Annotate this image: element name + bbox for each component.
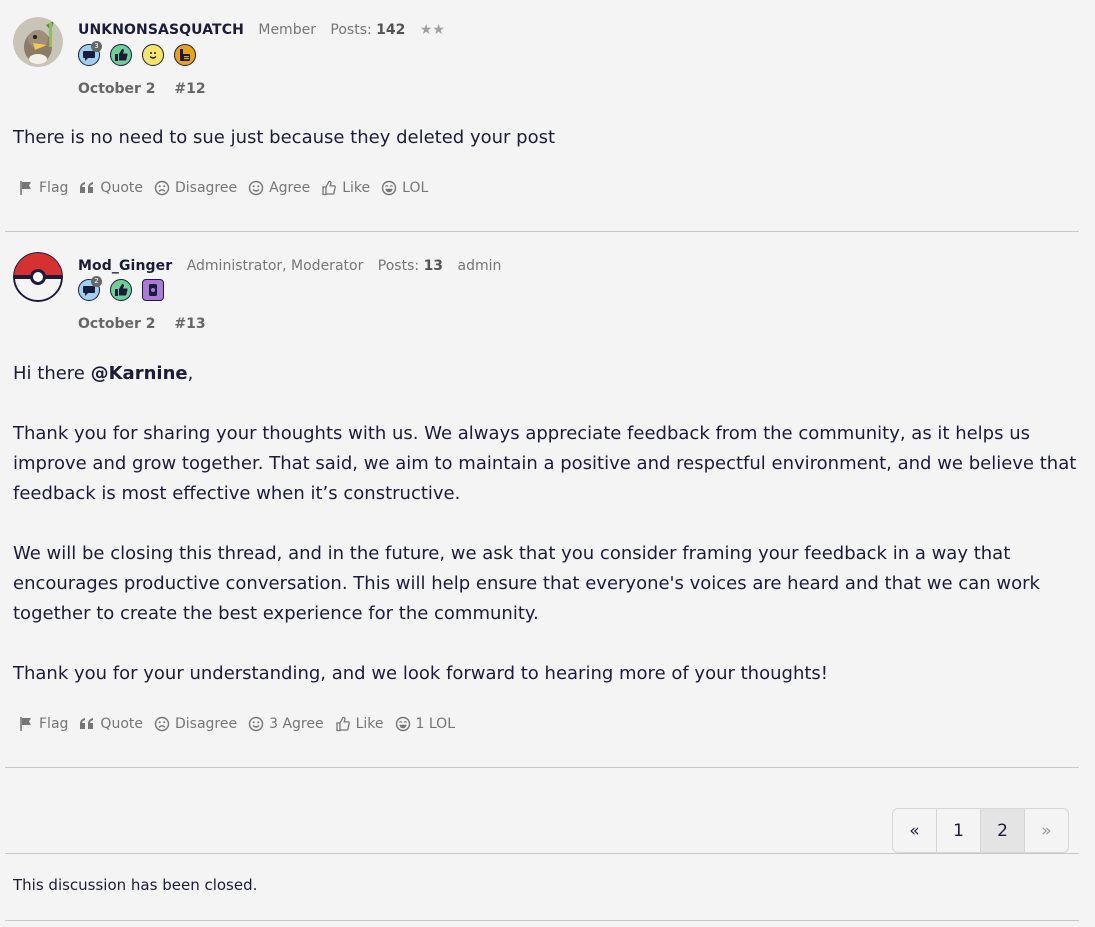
lol-button[interactable]: LOL [381, 180, 428, 196]
previous-page-button[interactable]: « [893, 809, 936, 852]
greeting-prefix: Hi there [13, 363, 91, 384]
flag-button[interactable]: Flag [18, 716, 68, 732]
comment-post: Mod_Ginger Administrator, Moderator Post… [0, 232, 1095, 767]
quote-icon [80, 718, 94, 729]
post-number[interactable]: #13 [174, 316, 205, 332]
post-paragraph: Thank you for sharing your thoughts with… [13, 423, 1077, 504]
smiley-badge-icon[interactable] [142, 44, 164, 66]
user-mention-link[interactable]: @Karnine [91, 363, 188, 384]
post-meta: October 2 #12 [78, 81, 206, 97]
phone-badge-icon[interactable] [142, 279, 164, 301]
avatar[interactable] [13, 252, 63, 302]
post-count-label: Posts: [377, 258, 420, 274]
post-count: 142 [376, 22, 406, 38]
quote-label: Quote [100, 180, 143, 196]
like-label: Like [342, 180, 371, 196]
author-role: Member [258, 22, 316, 38]
section-divider [5, 920, 1079, 921]
post-body: Hi there @Karnine, Thank you for sharing… [13, 359, 1078, 689]
frown-icon [154, 180, 170, 196]
page-1-button[interactable]: 1 [936, 809, 980, 852]
disagree-label: Disagree [174, 716, 238, 732]
quote-button[interactable]: Quote [79, 180, 143, 196]
frown-icon [154, 716, 170, 732]
author-line: Mod_Ginger Administrator, Moderator Post… [78, 258, 501, 274]
disagree-button[interactable]: Disagree [154, 716, 237, 732]
discussion-closed-notice: This discussion has been closed. [13, 876, 258, 894]
post-count: 13 [423, 258, 444, 274]
post-body: There is no need to sue just because the… [13, 123, 1078, 153]
reaction-bar: Flag Quote Disagree 3 Agree Like 1 LOL [18, 716, 455, 732]
post-paragraph: There is no need to sue just because the… [13, 127, 556, 148]
like-button[interactable]: Like [321, 180, 370, 196]
smile-icon [248, 716, 264, 732]
quote-icon [80, 182, 94, 193]
post-paragraph: Thank you for your understanding, and we… [13, 663, 829, 684]
post-paragraph: We will be closing this thread, and in t… [13, 543, 1040, 624]
post-number[interactable]: #12 [174, 81, 205, 97]
greeting-paragraph: Hi there @Karnine, [13, 359, 1078, 389]
next-page-button: » [1024, 809, 1068, 852]
thumbs-up-icon [335, 716, 350, 732]
like-label: Like [355, 716, 384, 732]
agree-label: Agree [269, 180, 311, 196]
greeting-suffix: , [187, 363, 194, 384]
comment-badge-icon[interactable]: 3 [78, 41, 102, 66]
post-date[interactable]: October 2 [78, 81, 156, 97]
reaction-bar: Flag Quote Disagree Agree Like LOL [18, 180, 428, 196]
hand-badge-icon[interactable] [174, 44, 196, 66]
badge-list: 2 [78, 276, 164, 301]
post-divider [5, 767, 1079, 768]
disagree-button[interactable]: Disagree [154, 180, 237, 196]
agree-button[interactable]: Agree [248, 180, 310, 196]
badge-count: 2 [91, 276, 102, 287]
laugh-icon [395, 716, 410, 732]
author-name[interactable]: UNKNONSASQUATCH [78, 22, 244, 38]
comment-badge-icon[interactable]: 2 [78, 276, 102, 301]
post-meta: October 2 #13 [78, 316, 206, 332]
flag-label: Flag [39, 716, 69, 732]
disagree-label: Disagree [174, 180, 238, 196]
rank-stars: ★★ [419, 22, 445, 38]
agree-button[interactable]: 3 Agree [248, 716, 324, 732]
flag-icon [20, 717, 31, 731]
thumbs-up-badge-icon[interactable] [110, 44, 132, 66]
thumbs-up-icon [322, 180, 337, 196]
badge-count: 3 [91, 41, 102, 52]
thumbs-up-badge-icon[interactable] [110, 279, 132, 301]
author-line: UNKNONSASQUATCH Member Posts: 142 ★★ [78, 22, 445, 38]
author-role: Administrator, Moderator [186, 258, 364, 274]
laugh-icon [381, 180, 397, 196]
like-button[interactable]: Like [335, 716, 384, 732]
smile-icon [248, 180, 264, 196]
post-count-label: Posts: [330, 22, 372, 38]
author-name[interactable]: Mod_Ginger [78, 258, 172, 274]
rank-label: admin [457, 258, 502, 274]
flag-label: Flag [39, 180, 69, 196]
quote-label: Quote [100, 716, 143, 732]
lol-label: 1 LOL [415, 716, 455, 732]
flag-icon [20, 181, 31, 195]
badge-list: 3 [78, 41, 196, 66]
pagination: « 1 2 » [892, 808, 1069, 853]
lol-button[interactable]: 1 LOL [395, 716, 455, 732]
post-date[interactable]: October 2 [78, 316, 156, 332]
lol-label: LOL [402, 180, 429, 196]
avatar[interactable] [13, 17, 63, 67]
section-divider [5, 853, 1079, 854]
comment-post: UNKNONSASQUATCH Member Posts: 142 ★★ 3 O… [0, 0, 1095, 232]
agree-label: 3 Agree [269, 716, 324, 732]
flag-button[interactable]: Flag [18, 180, 68, 196]
page-2-button[interactable]: 2 [980, 809, 1024, 852]
quote-button[interactable]: Quote [79, 716, 143, 732]
